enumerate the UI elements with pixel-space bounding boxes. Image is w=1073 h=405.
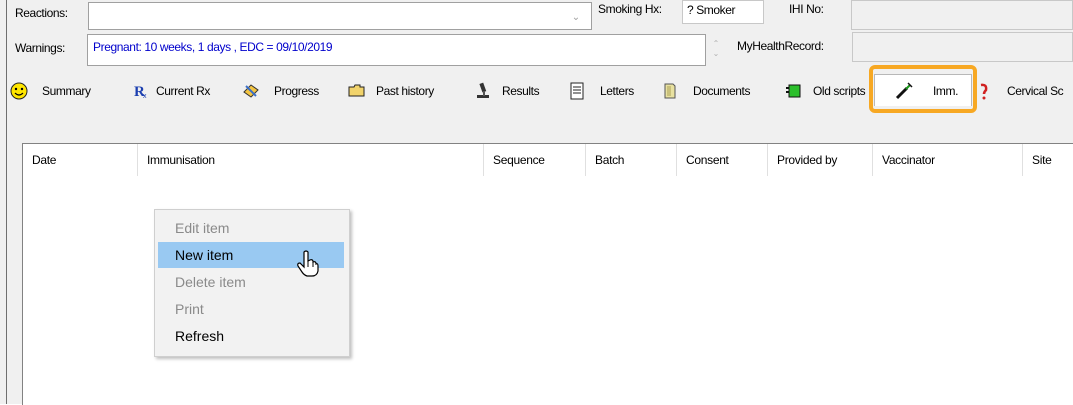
tab-progress[interactable]: Progress bbox=[242, 78, 319, 104]
tab-old-scripts[interactable]: Old scripts bbox=[785, 78, 873, 104]
tab-label: Cervical Sc bbox=[1007, 84, 1064, 98]
smoking-value: ? Smoker bbox=[687, 3, 736, 17]
warnings-field[interactable]: Pregnant: 10 weeks, 1 days , EDC = 09/10… bbox=[87, 34, 706, 66]
rx-icon: Rx bbox=[132, 82, 150, 100]
ihi-label: IHI No: bbox=[789, 2, 824, 16]
context-menu: Edit item New item Delete item Print Ref… bbox=[154, 209, 350, 357]
window-left-border bbox=[6, 0, 10, 404]
tab-summary[interactable]: Summary bbox=[10, 78, 91, 104]
cervical-icon bbox=[975, 82, 993, 100]
menu-item-print[interactable]: Print bbox=[158, 296, 344, 322]
menu-item-refresh[interactable]: Refresh bbox=[158, 323, 344, 349]
progress-notes-icon bbox=[242, 82, 260, 100]
documents-icon bbox=[661, 82, 679, 100]
hand-cursor-icon bbox=[296, 250, 320, 278]
column-header-date[interactable]: Date bbox=[23, 144, 138, 176]
menu-item-edit[interactable]: Edit item bbox=[158, 215, 344, 241]
tab-documents[interactable]: Documents bbox=[661, 78, 750, 104]
tab-cervical-screening[interactable]: Cervical Sc bbox=[975, 78, 1064, 104]
tab-label: Progress bbox=[274, 84, 319, 98]
old-scripts-icon bbox=[785, 82, 803, 100]
tab-label: Past history bbox=[376, 84, 434, 98]
smiley-icon bbox=[10, 82, 28, 100]
ihi-field bbox=[851, 0, 1073, 30]
tab-results[interactable]: Results bbox=[474, 78, 540, 104]
tab-label: Summary bbox=[42, 84, 91, 98]
warnings-spin-icon[interactable]: ⌃ ⌄ bbox=[709, 39, 723, 61]
tab-letters[interactable]: Letters bbox=[568, 78, 634, 104]
smoking-field: ? Smoker bbox=[682, 0, 764, 24]
column-header-sequence[interactable]: Sequence bbox=[484, 144, 586, 176]
column-header-site[interactable]: Site bbox=[1023, 144, 1073, 176]
folder-icon bbox=[348, 82, 366, 100]
column-header-provided-by[interactable]: Provided by bbox=[768, 144, 873, 176]
letter-icon bbox=[568, 82, 586, 100]
column-header-batch[interactable]: Batch bbox=[586, 144, 677, 176]
highlight-box bbox=[869, 65, 977, 113]
tab-label: Letters bbox=[600, 84, 634, 98]
warnings-text: Pregnant: 10 weeks, 1 days , EDC = 09/10… bbox=[93, 40, 333, 54]
tab-label: Results bbox=[502, 84, 540, 98]
reactions-label: Reactions: bbox=[15, 6, 68, 20]
tab-label: Documents bbox=[693, 84, 751, 98]
tab-label: Current Rx bbox=[156, 84, 211, 98]
warnings-label: Warnings: bbox=[15, 41, 65, 55]
smoking-label: Smoking Hx: bbox=[598, 2, 662, 16]
tab-label: Old scripts bbox=[813, 84, 866, 98]
column-header-consent[interactable]: Consent bbox=[677, 144, 768, 176]
svg-text:x: x bbox=[143, 93, 147, 100]
mhr-field bbox=[852, 32, 1073, 62]
column-header-immunisation[interactable]: Immunisation bbox=[138, 144, 484, 176]
tab-current-rx[interactable]: Rx Current Rx bbox=[132, 78, 210, 104]
mhr-label: MyHealthRecord: bbox=[737, 39, 824, 53]
microscope-icon bbox=[474, 82, 492, 100]
reactions-combo[interactable]: ⌄ bbox=[88, 2, 592, 30]
chevron-down-icon[interactable]: ⌄ bbox=[569, 12, 583, 28]
column-header-vaccinator[interactable]: Vaccinator bbox=[873, 144, 1023, 176]
table-header: Date Immunisation Sequence Batch Consent… bbox=[23, 144, 1073, 176]
tab-past-history[interactable]: Past history bbox=[348, 78, 434, 104]
